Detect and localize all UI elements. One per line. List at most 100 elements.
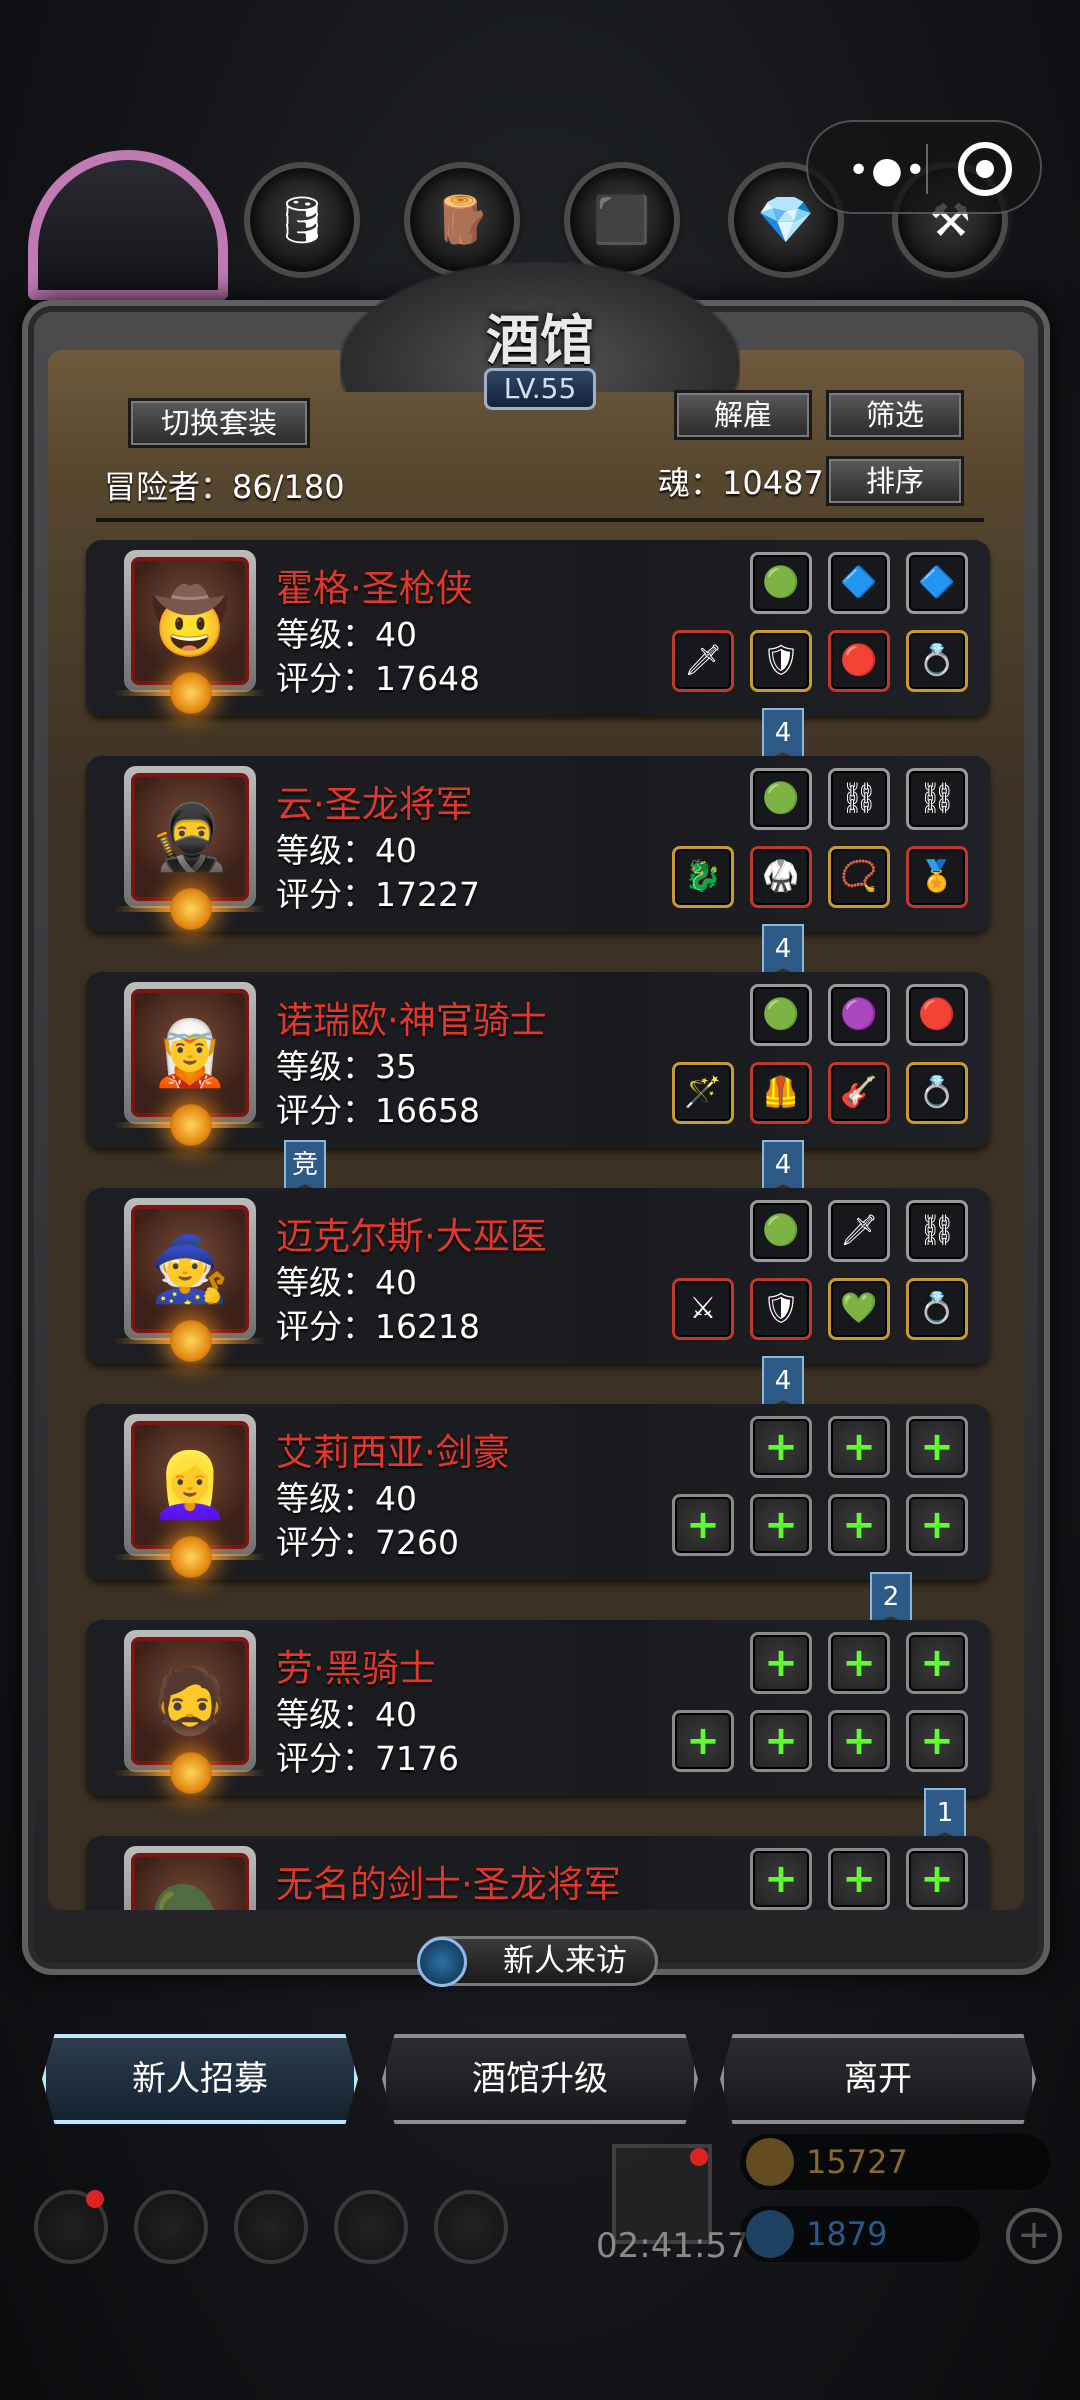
ring-icon[interactable]: 🔴 — [828, 630, 890, 692]
staff-icon[interactable]: 🪄 — [672, 1062, 734, 1124]
gem-counter: 1879 — [740, 2206, 980, 2262]
bracelet-icon[interactable]: 💍 — [906, 1062, 968, 1124]
hero-card[interactable]: 🥷 云·圣龙将军 等级：40 评分：17227 🟢 ⛓ ⛓ 🐉 🥋 📿 🏅 — [86, 756, 990, 932]
hero-card[interactable]: 👱‍♀️ 艾莉西亚·剑豪 等级：40 评分：7260 + + + + + + + — [86, 1404, 990, 1580]
medal-icon[interactable]: 🏅 — [906, 846, 968, 908]
dagger-icon[interactable]: 🗡 — [828, 1200, 890, 1262]
hero-card[interactable]: 🧙 迈克尔斯·大巫医 等级：40 评分：16218 🟢 🗡 ⛓ ⚔ 🛡 💚 💍 — [86, 1188, 990, 1364]
add-slot-icon[interactable]: + — [906, 1416, 968, 1478]
hero-score: 评分：7176 — [276, 1739, 459, 1778]
equipment-flag: 4 — [762, 924, 804, 978]
add-slot-icon[interactable]: + — [750, 1632, 812, 1694]
guitar-icon[interactable]: 🎸 — [828, 1062, 890, 1124]
soul-count: 魂：10487 — [658, 464, 824, 502]
hero-card[interactable]: 🧝 诺瑞欧·神官骑士 等级：35 评分：16658 🟢 🟣 🔴 🪄 🦺 🎸 💍 — [86, 972, 990, 1148]
green-crystal-icon[interactable]: 🟢 — [750, 984, 812, 1046]
chain-icon[interactable]: ⛓ — [906, 1200, 968, 1262]
emerald-icon[interactable]: 💚 — [828, 1278, 890, 1340]
add-slot-icon[interactable]: + — [906, 1848, 968, 1910]
green-crystal-icon[interactable]: 🟢 — [750, 552, 812, 614]
wood-icon[interactable]: 🪵 — [404, 162, 520, 278]
add-slot-icon[interactable]: + — [906, 1632, 968, 1694]
add-slot-icon[interactable]: + — [828, 1416, 890, 1478]
add-weapon-slot-icon[interactable]: + — [672, 1494, 734, 1556]
red-gem-icon[interactable]: 🔴 — [906, 984, 968, 1046]
star-badge-icon — [170, 1536, 212, 1578]
dragon-spear-icon[interactable]: 🐉 — [672, 846, 734, 908]
hero-score: 评分：16658 — [276, 1091, 480, 1130]
add-slot-icon[interactable]: + — [828, 1848, 890, 1910]
hero-score: 评分：16218 — [276, 1307, 480, 1346]
gold-counter: 15727 — [740, 2134, 1050, 2190]
add-slot-icon[interactable]: + — [750, 1848, 812, 1910]
hero-card[interactable]: 🧔 劳·黑骑士 等级：40 评分：7176 + + + + + + + — [86, 1620, 990, 1796]
shop-icon[interactable]: 🛢 — [244, 162, 360, 278]
green-crystal-icon[interactable]: 🟢 — [750, 768, 812, 830]
bracelet-icon[interactable]: 💍 — [906, 630, 968, 692]
sort-button[interactable]: 排序 — [826, 456, 964, 506]
capsule-divider — [926, 144, 928, 194]
weapon-icon[interactable]: 🗡 — [672, 630, 734, 692]
add-slot-icon[interactable]: + — [906, 1710, 968, 1772]
sword-icon[interactable]: ⚔ — [672, 1278, 734, 1340]
star-badge-icon — [170, 888, 212, 930]
divider — [96, 518, 984, 522]
guild-icon[interactable] — [234, 2190, 308, 2264]
hero-portrait: 🥷 — [114, 766, 266, 930]
add-slot-icon[interactable]: + — [828, 1494, 890, 1556]
armor-icon[interactable]: 🦺 — [750, 1062, 812, 1124]
teal-gem-icon[interactable]: 🔷 — [828, 552, 890, 614]
achievement-icon[interactable] — [134, 2190, 208, 2264]
add-slot-icon[interactable]: + — [906, 1494, 968, 1556]
page-title: 酒馆 — [486, 308, 594, 372]
hero-card[interactable]: 🤠 霍格·圣枪侠 等级：40 评分：17648 🟢 🔷 🔷 🗡 🛡 🔴 💍 — [86, 540, 990, 716]
add-slot-icon[interactable]: + — [828, 1632, 890, 1694]
chain-icon[interactable]: ⛓ — [828, 768, 890, 830]
mail-icon[interactable] — [334, 2190, 408, 2264]
chain-icon[interactable]: ⛓ — [906, 768, 968, 830]
switch-outfit-button[interactable]: 切换套装 — [128, 398, 310, 448]
leave-button[interactable]: 离开 — [720, 2034, 1036, 2124]
more-dots-icon[interactable]: •●• — [848, 150, 928, 191]
hero-name: 诺瑞欧·神官骑士 — [276, 999, 547, 1042]
dismiss-button[interactable]: 解雇 — [674, 390, 812, 440]
hero-list[interactable]: 🤠 霍格·圣枪侠 等级：40 评分：17648 🟢 🔷 🔷 🗡 🛡 🔴 💍 4 … — [80, 530, 1000, 1910]
armor-icon[interactable]: 🥋 — [750, 846, 812, 908]
ring-icon[interactable]: 💍 — [906, 1278, 968, 1340]
star-badge-icon — [170, 1320, 212, 1362]
armor-icon[interactable]: 🛡 — [750, 1278, 812, 1340]
add-armor-slot-icon[interactable]: + — [750, 1710, 812, 1772]
gold-value: 15727 — [806, 2143, 908, 2181]
hero-card[interactable]: 🪖 无名的剑士·圣龙将军 + + + — [86, 1836, 990, 1910]
hero-level: 等级：40 — [276, 831, 417, 870]
hero-portrait: 🪖 — [124, 1846, 256, 1910]
iron-icon[interactable]: ⬛ — [564, 162, 680, 278]
rank-icon[interactable] — [434, 2190, 508, 2264]
event-arch-icon[interactable] — [28, 150, 228, 300]
add-weapon-slot-icon[interactable]: + — [672, 1710, 734, 1772]
green-crystal-icon[interactable]: 🟢 — [750, 1200, 812, 1262]
armor-icon[interactable]: 🛡 — [750, 630, 812, 692]
add-slot-icon[interactable]: + — [828, 1710, 890, 1772]
hero-name: 艾莉西亚·剑豪 — [276, 1431, 510, 1474]
target-circle-icon[interactable] — [958, 142, 1012, 196]
filter-button[interactable]: 筛选 — [826, 390, 964, 440]
upgrade-tavern-button[interactable]: 酒馆升级 — [382, 2034, 698, 2124]
recruit-button[interactable]: 新人招募 — [42, 2034, 358, 2124]
equipment-flag: 4 — [762, 1140, 804, 1194]
equipment-flag: 1 — [924, 1788, 966, 1842]
add-armor-slot-icon[interactable]: + — [750, 1494, 812, 1556]
new-visitor-button[interactable]: 新人来访 — [417, 1936, 658, 1987]
amulet-icon[interactable]: 📿 — [828, 846, 890, 908]
add-currency-button[interactable]: + — [1006, 2208, 1062, 2264]
new-visitor-label: 新人来访 — [503, 1943, 627, 1979]
hero-portrait: 🧔 — [114, 1630, 266, 1794]
notification-dot — [690, 2148, 708, 2166]
teal-gem-icon[interactable]: 🔷 — [906, 552, 968, 614]
hero-score: 评分：17648 — [276, 659, 480, 698]
hero-level: 等级：40 — [276, 615, 417, 654]
add-slot-icon[interactable]: + — [750, 1416, 812, 1478]
tavern-level-badge: LV.55 — [484, 368, 596, 410]
hero-level: 等级：35 — [276, 1047, 417, 1086]
purple-gem-icon[interactable]: 🟣 — [828, 984, 890, 1046]
